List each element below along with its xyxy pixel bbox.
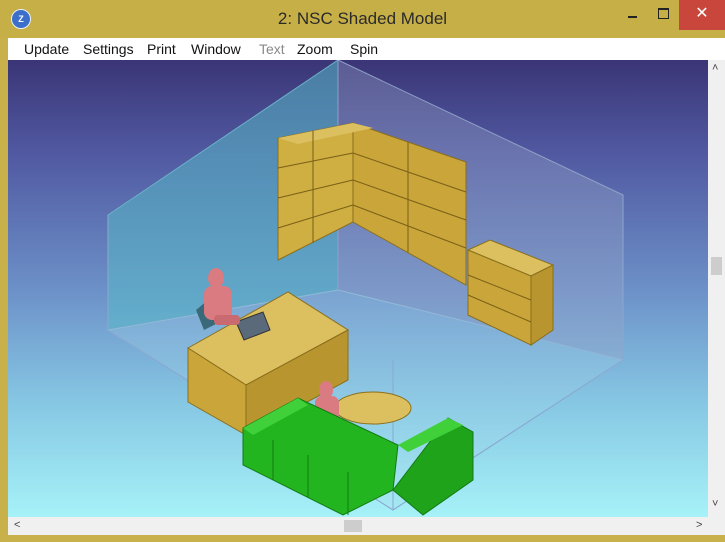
menu-update[interactable]: Update (24, 38, 69, 60)
title-bar[interactable]: Z 2: NSC Shaded Model ✕ (0, 0, 725, 38)
minimize-icon (628, 16, 637, 18)
menu-zoom[interactable]: Zoom (297, 38, 333, 60)
shaded-model-scene (106, 60, 625, 516)
menu-bar: Update Settings Print Window Text Zoom S… (8, 38, 725, 60)
menu-settings[interactable]: Settings (83, 38, 134, 60)
menu-text[interactable]: Text (259, 38, 285, 60)
menu-spin[interactable]: Spin (350, 38, 378, 60)
horizontal-scrollbar[interactable]: < > (8, 517, 708, 535)
minimize-button[interactable] (615, 0, 649, 30)
scroll-right-arrow-icon[interactable]: > (696, 519, 702, 531)
vertical-scrollbar[interactable]: ˄ ˅ (708, 60, 725, 517)
vertical-scroll-thumb[interactable] (711, 257, 722, 275)
horizontal-scroll-thumb[interactable] (344, 520, 362, 532)
scrollbar-corner (708, 517, 725, 535)
coffee-table (334, 391, 412, 425)
menu-window[interactable]: Window (191, 38, 241, 60)
maximize-button[interactable] (649, 0, 679, 30)
model-viewport[interactable] (8, 60, 708, 517)
scroll-left-arrow-icon[interactable]: < (14, 519, 20, 531)
close-icon: ✕ (695, 5, 709, 22)
application-window: Z 2: NSC Shaded Model ✕ Update Settings … (0, 0, 725, 542)
scroll-down-arrow-icon[interactable]: ˅ (712, 498, 718, 510)
scroll-up-arrow-icon[interactable]: ˄ (712, 62, 718, 74)
close-button[interactable]: ✕ (679, 0, 725, 30)
menu-print[interactable]: Print (147, 38, 176, 60)
maximize-icon (658, 8, 669, 19)
